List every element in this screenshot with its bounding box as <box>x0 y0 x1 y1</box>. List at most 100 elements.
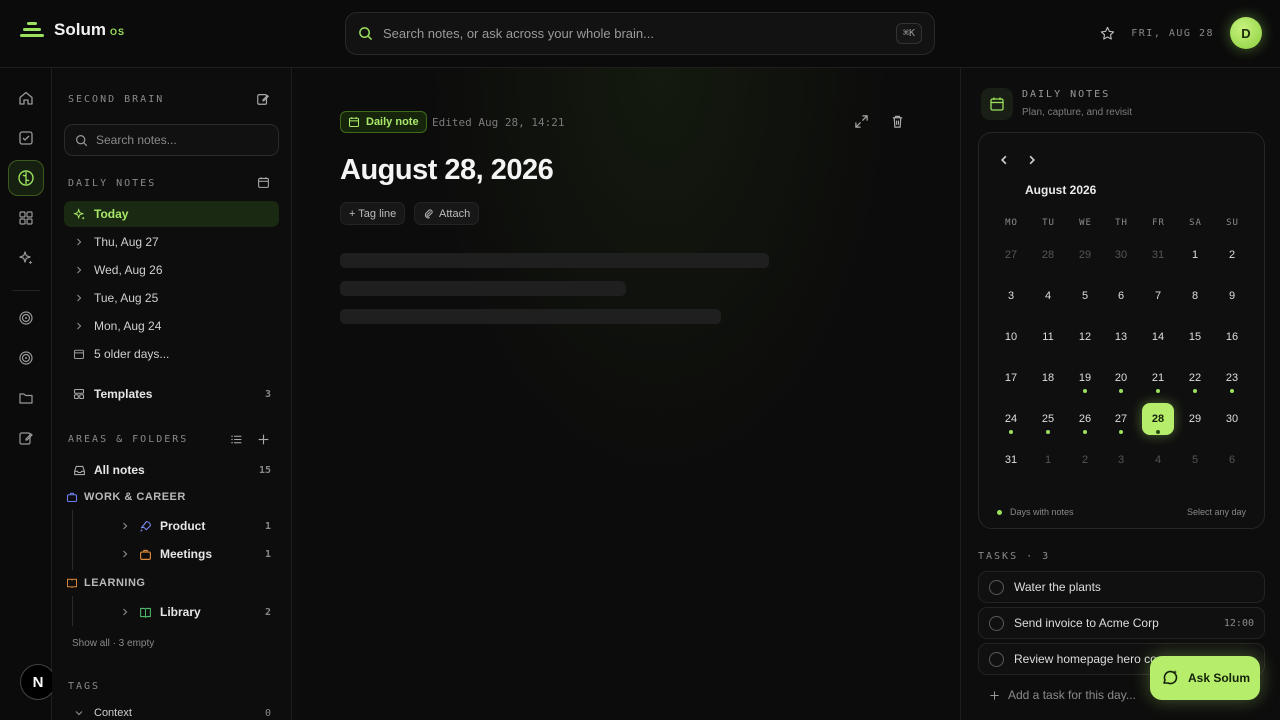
calendar-day[interactable]: 16 <box>1216 321 1248 353</box>
calendar-day[interactable]: 13 <box>1105 321 1137 353</box>
apps-icon[interactable] <box>8 200 44 236</box>
calendar-day[interactable]: 5 <box>1179 444 1211 476</box>
calendar-icon[interactable] <box>257 176 270 189</box>
task-checkbox[interactable] <box>989 651 1004 667</box>
note-indicator-dot <box>1119 389 1123 393</box>
calendar-day[interactable]: 3 <box>1105 444 1137 476</box>
briefcase-icon <box>66 491 78 503</box>
logo[interactable]: Solum OS <box>20 20 125 40</box>
folder-product[interactable]: Product 1 <box>110 513 279 539</box>
list-icon[interactable] <box>230 433 243 446</box>
chevron-left-icon[interactable] <box>999 155 1009 165</box>
calendar-day[interactable]: 12 <box>1069 321 1101 353</box>
tag-line-button[interactable]: + Tag line <box>340 202 406 225</box>
calendar-day[interactable]: 7 <box>1142 280 1174 312</box>
sidebar-item-day[interactable]: Mon, Aug 24 <box>64 313 279 339</box>
area-learning[interactable]: LEARNING <box>66 577 145 589</box>
focus-icon[interactable] <box>8 340 44 376</box>
n-badge[interactable]: N <box>20 664 56 700</box>
calendar-day-selected[interactable]: 28 <box>1142 403 1174 435</box>
trash-icon[interactable] <box>890 114 905 129</box>
note-title[interactable]: August 28, 2026 <box>340 154 554 187</box>
daily-note-chip[interactable]: Daily note <box>340 111 427 133</box>
calendar-day[interactable]: 19 <box>1069 362 1101 394</box>
tags-title: TAGS <box>68 681 101 692</box>
calendar-day[interactable]: 30 <box>1216 403 1248 435</box>
calendar-day[interactable]: 21 <box>1142 362 1174 394</box>
sidebar-search[interactable]: Search notes... <box>64 124 279 156</box>
avatar[interactable]: D <box>1230 17 1262 49</box>
plus-icon[interactable] <box>257 433 270 446</box>
calendar-day[interactable]: 29 <box>1069 239 1101 271</box>
sidebar-item-all-notes[interactable]: All notes 15 <box>64 457 279 483</box>
calendar-day[interactable]: 3 <box>995 280 1027 312</box>
brain-icon[interactable] <box>8 160 44 196</box>
task-item[interactable]: Water the plants <box>978 571 1265 603</box>
calendar-day[interactable]: 8 <box>1179 280 1211 312</box>
calendar-day[interactable]: 29 <box>1179 403 1211 435</box>
calendar-day[interactable]: 2 <box>1216 239 1248 271</box>
global-search[interactable]: Search notes, or ask across your whole b… <box>345 12 935 55</box>
calendar-day[interactable]: 23 <box>1216 362 1248 394</box>
weekday-label: MO <box>1005 218 1018 228</box>
new-note-icon[interactable] <box>256 92 270 106</box>
calendar-day[interactable]: 25 <box>1032 403 1064 435</box>
attach-button[interactable]: Attach <box>414 202 480 225</box>
target-icon[interactable] <box>8 300 44 336</box>
calendar-day[interactable]: 4 <box>1142 444 1174 476</box>
calendar-day[interactable]: 6 <box>1216 444 1248 476</box>
calendar-day[interactable]: 27 <box>995 239 1027 271</box>
sidebar-item-day[interactable]: Tue, Aug 25 <box>64 285 279 311</box>
note-indicator-dot <box>1119 430 1123 434</box>
daily-notes-panel: DAILY NOTES Plan, capture, and revisit A… <box>960 68 1280 720</box>
calendar-day[interactable]: 1 <box>1032 444 1064 476</box>
calendar-day[interactable]: 22 <box>1179 362 1211 394</box>
calendar-day[interactable]: 27 <box>1105 403 1137 435</box>
calendar-day[interactable]: 6 <box>1105 280 1137 312</box>
expand-icon[interactable] <box>854 114 869 129</box>
calendar-day[interactable]: 10 <box>995 321 1027 353</box>
add-task-button[interactable]: Add a task for this day... <box>989 688 1136 702</box>
book-icon <box>66 577 78 589</box>
checkbox-icon[interactable] <box>8 120 44 156</box>
task-checkbox[interactable] <box>989 615 1004 631</box>
calendar-month: August 2026 <box>1025 183 1097 197</box>
calendar-day[interactable]: 31 <box>995 444 1027 476</box>
calendar-day[interactable]: 18 <box>1032 362 1064 394</box>
folder-meetings[interactable]: Meetings 1 <box>110 541 279 567</box>
chevron-right-icon[interactable] <box>1027 155 1037 165</box>
sidebar-item-label: Library <box>160 605 201 619</box>
sidebar-item-today[interactable]: Today <box>64 201 279 227</box>
task-item[interactable]: Send invoice to Acme Corp 12:00 <box>978 607 1265 639</box>
star-icon[interactable] <box>1100 26 1115 41</box>
calendar-day[interactable]: 1 <box>1179 239 1211 271</box>
calendar-day[interactable]: 31 <box>1142 239 1174 271</box>
calendar-day[interactable]: 24 <box>995 403 1027 435</box>
sidebar-item-day[interactable]: Thu, Aug 27 <box>64 229 279 255</box>
sidebar-item-older-days[interactable]: 5 older days... <box>64 341 279 367</box>
ask-solum-button[interactable]: Ask Solum <box>1150 656 1260 700</box>
sidebar-item-templates[interactable]: Templates 3 <box>64 381 279 407</box>
calendar-day[interactable]: 30 <box>1105 239 1137 271</box>
area-work-career[interactable]: WORK & CAREER <box>66 491 186 503</box>
folder-library[interactable]: Library 2 <box>110 599 279 625</box>
calendar-day[interactable]: 17 <box>995 362 1027 394</box>
calendar-day[interactable]: 28 <box>1032 239 1064 271</box>
calendar-day[interactable]: 2 <box>1069 444 1101 476</box>
show-all-link[interactable]: Show all · 3 empty <box>72 638 154 649</box>
calendar-day[interactable]: 15 <box>1179 321 1211 353</box>
home-icon[interactable] <box>8 80 44 116</box>
folder-icon[interactable] <box>8 380 44 416</box>
calendar-day[interactable]: 9 <box>1216 280 1248 312</box>
calendar-day[interactable]: 11 <box>1032 321 1064 353</box>
sparkles-icon[interactable] <box>8 240 44 276</box>
task-checkbox[interactable] <box>989 579 1004 595</box>
calendar-day[interactable]: 14 <box>1142 321 1174 353</box>
edit-icon[interactable] <box>8 420 44 456</box>
tag-context[interactable]: Context 0 <box>64 701 279 720</box>
sidebar-item-day[interactable]: Wed, Aug 26 <box>64 257 279 283</box>
calendar-day[interactable]: 26 <box>1069 403 1101 435</box>
calendar-day[interactable]: 4 <box>1032 280 1064 312</box>
calendar-day[interactable]: 20 <box>1105 362 1137 394</box>
calendar-day[interactable]: 5 <box>1069 280 1101 312</box>
